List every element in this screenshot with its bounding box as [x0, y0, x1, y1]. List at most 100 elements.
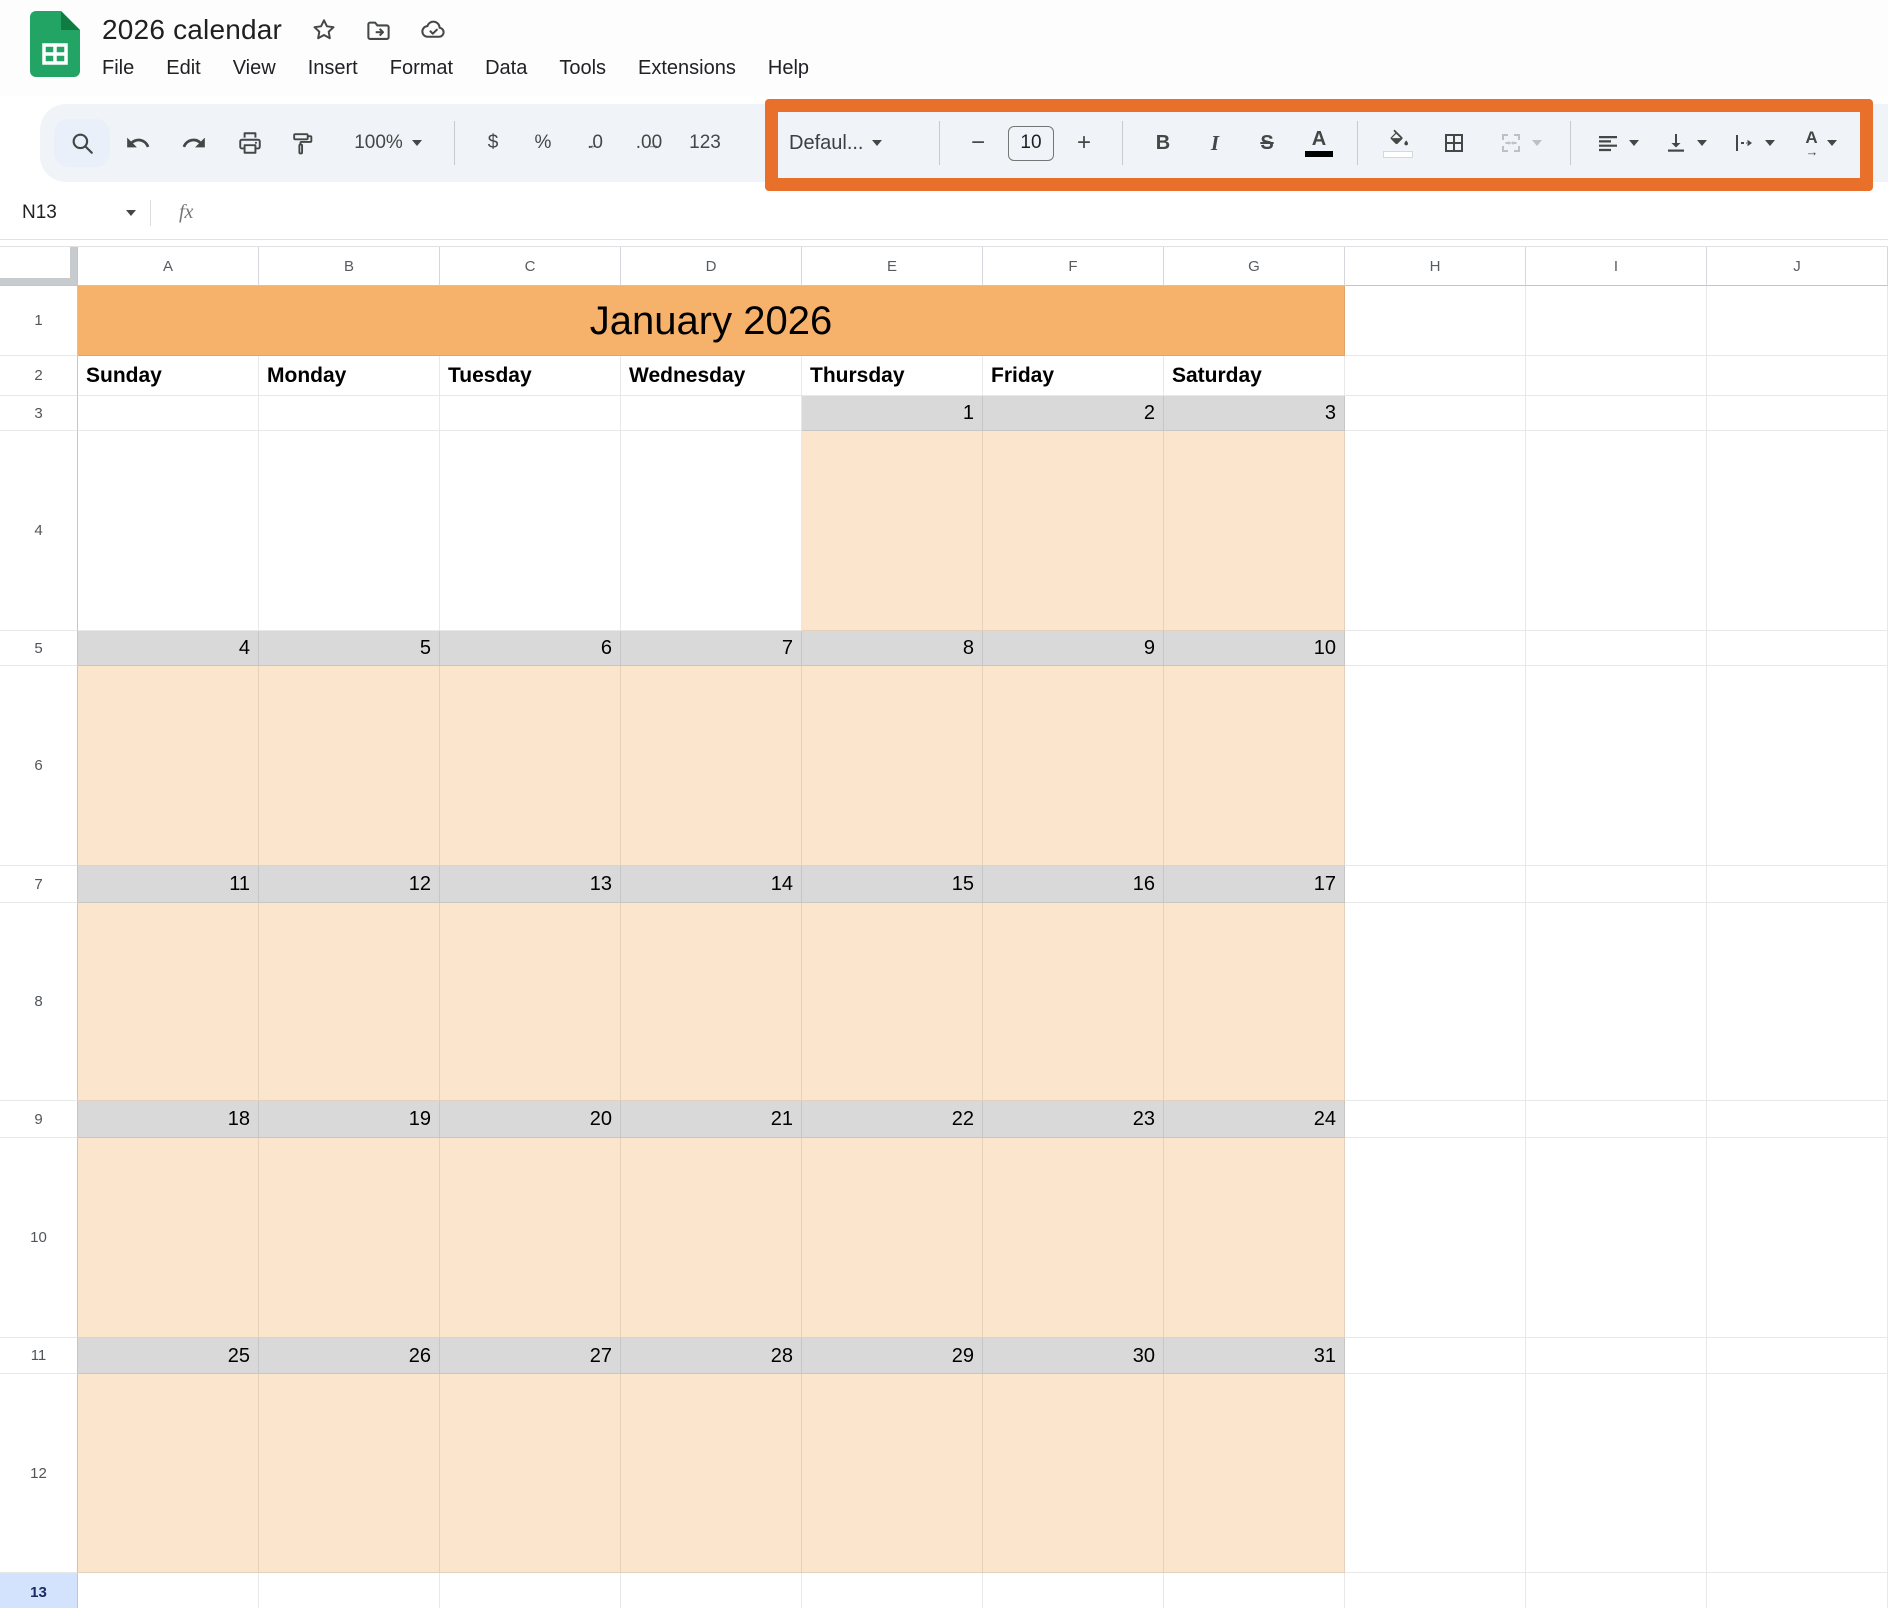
cell[interactable] — [78, 1374, 259, 1573]
cell[interactable] — [621, 666, 802, 866]
cell[interactable] — [802, 903, 983, 1101]
cell[interactable] — [802, 1138, 983, 1338]
date-cell[interactable]: 19 — [259, 1101, 440, 1138]
increase-decimal-button[interactable]: .00→ — [621, 119, 677, 167]
cell[interactable] — [1707, 1138, 1888, 1338]
date-cell[interactable]: 16 — [983, 866, 1164, 903]
date-cell[interactable]: 22 — [802, 1101, 983, 1138]
cell[interactable] — [1345, 631, 1526, 666]
day-header-cell[interactable]: Saturday — [1164, 356, 1345, 396]
cell[interactable] — [440, 1138, 621, 1338]
date-cell[interactable]: 17 — [1164, 866, 1345, 903]
cell[interactable] — [440, 1374, 621, 1573]
date-cell[interactable]: 23 — [983, 1101, 1164, 1138]
cell[interactable] — [1707, 903, 1888, 1101]
date-cell[interactable]: 27 — [440, 1338, 621, 1374]
cell[interactable] — [1164, 903, 1345, 1101]
print-button[interactable] — [222, 119, 278, 167]
row-header-12[interactable]: 12 — [0, 1374, 78, 1573]
cell[interactable] — [259, 431, 440, 631]
menu-view[interactable]: View — [231, 57, 278, 80]
cell[interactable] — [259, 903, 440, 1101]
date-cell[interactable]: 6 — [440, 631, 621, 666]
cell[interactable] — [1345, 1101, 1526, 1138]
cell[interactable] — [1526, 1101, 1707, 1138]
freeze-handle-vertical[interactable] — [70, 247, 77, 285]
font-size-input[interactable]: 10 — [1008, 126, 1054, 161]
date-cell[interactable]: 2 — [983, 396, 1164, 431]
cell[interactable] — [1526, 903, 1707, 1101]
strikethrough-button[interactable]: S — [1241, 119, 1293, 167]
column-header-j[interactable]: J — [1707, 247, 1888, 286]
day-header-cell[interactable]: Friday — [983, 356, 1164, 396]
cell[interactable] — [1707, 666, 1888, 866]
cell[interactable] — [621, 1573, 802, 1608]
cell[interactable] — [1345, 1573, 1526, 1608]
cell[interactable] — [1164, 666, 1345, 866]
date-cell[interactable]: 11 — [78, 866, 259, 903]
column-header-i[interactable]: I — [1526, 247, 1707, 286]
day-header-cell[interactable]: Wednesday — [621, 356, 802, 396]
date-cell[interactable]: 29 — [802, 1338, 983, 1374]
vertical-align-button[interactable] — [1651, 119, 1719, 167]
menu-edit[interactable]: Edit — [164, 57, 202, 80]
date-cell[interactable]: 9 — [983, 631, 1164, 666]
cell[interactable] — [78, 431, 259, 631]
cell[interactable] — [1164, 431, 1345, 631]
search-menus-button[interactable] — [54, 119, 110, 167]
date-cell[interactable] — [440, 396, 621, 431]
cell[interactable] — [1707, 631, 1888, 666]
row-header-8[interactable]: 8 — [0, 903, 78, 1101]
cell[interactable] — [1707, 396, 1888, 431]
menu-format[interactable]: Format — [388, 57, 455, 80]
cell[interactable] — [983, 1138, 1164, 1338]
cell[interactable] — [1345, 1338, 1526, 1374]
cell[interactable] — [78, 1138, 259, 1338]
fill-color-button[interactable] — [1370, 119, 1426, 167]
cell[interactable] — [1707, 1338, 1888, 1374]
cell[interactable] — [983, 903, 1164, 1101]
column-header-d[interactable]: D — [621, 247, 802, 286]
move-folder-icon[interactable] — [365, 17, 392, 44]
cell[interactable] — [983, 1374, 1164, 1573]
date-cell[interactable]: 8 — [802, 631, 983, 666]
row-header-5[interactable]: 5 — [0, 631, 78, 666]
day-header-cell[interactable]: Monday — [259, 356, 440, 396]
format-currency-button[interactable]: $ — [469, 119, 517, 167]
menu-help[interactable]: Help — [766, 57, 811, 80]
column-header-f[interactable]: F — [983, 247, 1164, 286]
cell[interactable] — [1526, 1573, 1707, 1608]
date-cell[interactable] — [259, 396, 440, 431]
cell[interactable] — [1526, 666, 1707, 866]
cell[interactable] — [802, 431, 983, 631]
date-cell[interactable]: 14 — [621, 866, 802, 903]
cell[interactable] — [259, 1573, 440, 1608]
cell[interactable] — [1526, 1138, 1707, 1338]
cell[interactable] — [1526, 431, 1707, 631]
menu-extensions[interactable]: Extensions — [636, 57, 738, 80]
cell[interactable] — [1345, 666, 1526, 866]
row-header-4[interactable]: 4 — [0, 431, 78, 631]
star-icon[interactable] — [310, 17, 337, 44]
freeze-handle-horizontal[interactable] — [0, 278, 70, 285]
cell[interactable] — [621, 1374, 802, 1573]
date-cell[interactable]: 7 — [621, 631, 802, 666]
row-header-7[interactable]: 7 — [0, 866, 78, 903]
date-cell[interactable]: 18 — [78, 1101, 259, 1138]
date-cell[interactable]: 12 — [259, 866, 440, 903]
cell[interactable] — [802, 666, 983, 866]
cell[interactable] — [1526, 631, 1707, 666]
date-cell[interactable]: 1 — [802, 396, 983, 431]
row-header-10[interactable]: 10 — [0, 1138, 78, 1338]
font-family-selector[interactable]: Defaul... — [775, 119, 925, 167]
cell[interactable] — [1345, 431, 1526, 631]
decrease-decimal-button[interactable]: .0← — [569, 119, 621, 167]
date-cell[interactable]: 5 — [259, 631, 440, 666]
cell[interactable] — [621, 1138, 802, 1338]
cell[interactable] — [1707, 1101, 1888, 1138]
paint-format-button[interactable] — [278, 119, 326, 167]
italic-button[interactable]: I — [1189, 119, 1241, 167]
cell[interactable] — [78, 1573, 259, 1608]
row-header-9[interactable]: 9 — [0, 1101, 78, 1138]
cell[interactable] — [440, 903, 621, 1101]
